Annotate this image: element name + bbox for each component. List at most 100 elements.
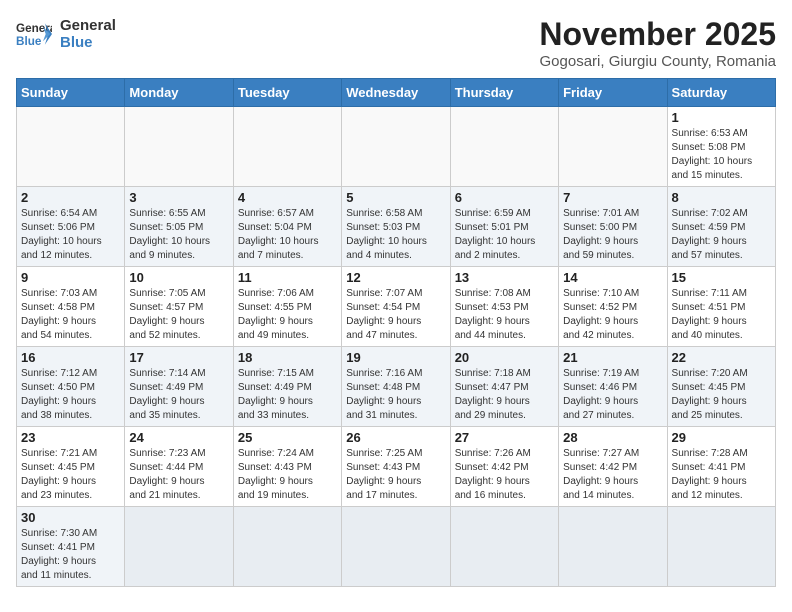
calendar-day-cell [450,507,558,587]
day-info: Sunrise: 7:24 AM Sunset: 4:43 PM Dayligh… [238,447,337,503]
day-number: 22 [672,350,771,365]
location-subtitle: Gogosari, Giurgiu County, Romania [539,53,776,70]
calendar-day-cell: 5Sunrise: 6:58 AM Sunset: 5:03 PM Daylig… [342,187,450,267]
weekday-header: Monday [125,79,233,107]
day-info: Sunrise: 7:01 AM Sunset: 5:00 PM Dayligh… [563,207,662,263]
calendar-day-cell: 12Sunrise: 7:07 AM Sunset: 4:54 PM Dayli… [342,267,450,347]
day-info: Sunrise: 7:26 AM Sunset: 4:42 PM Dayligh… [455,447,554,503]
calendar-day-cell [342,507,450,587]
calendar-day-cell: 1 Sunrise: 6:53 AM Sunset: 5:08 PM Daylig… [667,107,775,187]
svg-text:Blue: Blue [16,35,42,48]
calendar-day-cell [17,107,125,187]
day-info: Sunrise: 6:54 AM Sunset: 5:06 PM Dayligh… [21,207,120,263]
calendar-day-cell: 15 Sunrise: 7:11 AM Sunset: 4:51 PM Dayli… [667,267,775,347]
day-info: Sunrise: 7:02 AM Sunset: 4:59 PM Dayligh… [672,207,771,263]
day-number: 13 [455,270,554,285]
day-info: Sunrise: 7:28 AM Sunset: 4:41 PM Dayligh… [672,447,771,503]
calendar-day-cell [559,507,667,587]
calendar-day-cell: 2Sunrise: 6:54 AM Sunset: 5:06 PM Daylig… [17,187,125,267]
day-number: 15 [672,270,771,285]
calendar-day-cell [233,507,341,587]
day-info: Sunrise: 7:18 AM Sunset: 4:47 PM Dayligh… [455,367,554,423]
calendar-day-cell [125,107,233,187]
day-number: 24 [129,430,228,445]
day-info: Sunrise: 7:08 AM Sunset: 4:53 PM Dayligh… [455,287,554,343]
day-number: 19 [346,350,445,365]
calendar-day-cell: 20Sunrise: 7:18 AM Sunset: 4:47 PM Dayli… [450,347,558,427]
calendar-day-cell: 23Sunrise: 7:21 AM Sunset: 4:45 PM Dayli… [17,427,125,507]
calendar-day-cell: 28Sunrise: 7:27 AM Sunset: 4:42 PM Dayli… [559,427,667,507]
calendar-day-cell: 21 Sunrise: 7:19 AM Sunset: 4:46 PM Dayli… [559,347,667,427]
day-info: Sunrise: 7:11 AM Sunset: 4:51 PM Dayligh… [672,287,771,343]
calendar-day-cell: 30 Sunrise: 7:30 AM Sunset: 4:41 PM Dayli… [17,507,125,587]
calendar-day-cell [125,507,233,587]
calendar-day-cell: 8 Sunrise: 7:02 AM Sunset: 4:59 PM Daylig… [667,187,775,267]
calendar-day-cell: 16 Sunrise: 7:12 AM Sunset: 4:50 PM Dayli… [17,347,125,427]
calendar-week-row: 9 Sunrise: 7:03 AM Sunset: 4:58 PM Daylig… [17,267,776,347]
weekday-header: Tuesday [233,79,341,107]
calendar-day-cell: 3Sunrise: 6:55 AM Sunset: 5:05 PM Daylig… [125,187,233,267]
weekday-header: Sunday [17,79,125,107]
calendar-table: SundayMondayTuesdayWednesdayThursdayFrid… [16,78,776,587]
weekday-header: Friday [559,79,667,107]
calendar-day-cell: 13 Sunrise: 7:08 AM Sunset: 4:53 PM Dayli… [450,267,558,347]
day-number: 27 [455,430,554,445]
day-info: Sunrise: 6:59 AM Sunset: 5:01 PM Dayligh… [455,207,554,263]
calendar-day-cell [450,107,558,187]
calendar-day-cell: 25Sunrise: 7:24 AM Sunset: 4:43 PM Dayli… [233,427,341,507]
day-info: Sunrise: 7:06 AM Sunset: 4:55 PM Dayligh… [238,287,337,343]
calendar-day-cell: 18Sunrise: 7:15 AM Sunset: 4:49 PM Dayli… [233,347,341,427]
day-number: 29 [672,430,771,445]
calendar-day-cell: 22Sunrise: 7:20 AM Sunset: 4:45 PM Dayli… [667,347,775,427]
calendar-week-row: 23Sunrise: 7:21 AM Sunset: 4:45 PM Dayli… [17,427,776,507]
weekday-header-row: SundayMondayTuesdayWednesdayThursdayFrid… [17,79,776,107]
weekday-header: Saturday [667,79,775,107]
calendar-day-cell: 26Sunrise: 7:25 AM Sunset: 4:43 PM Dayli… [342,427,450,507]
day-info: Sunrise: 7:14 AM Sunset: 4:49 PM Dayligh… [129,367,228,423]
calendar-day-cell [233,107,341,187]
day-number: 10 [129,270,228,285]
day-number: 6 [455,190,554,205]
calendar-day-cell: 6 Sunrise: 6:59 AM Sunset: 5:01 PM Daylig… [450,187,558,267]
day-info: Sunrise: 7:07 AM Sunset: 4:54 PM Dayligh… [346,287,445,343]
day-info: Sunrise: 6:55 AM Sunset: 5:05 PM Dayligh… [129,207,228,263]
page-header: General Blue General Blue November 2025 … [16,16,776,70]
day-info: Sunrise: 7:25 AM Sunset: 4:43 PM Dayligh… [346,447,445,503]
day-number: 28 [563,430,662,445]
day-number: 30 [21,510,120,525]
calendar-day-cell: 24Sunrise: 7:23 AM Sunset: 4:44 PM Dayli… [125,427,233,507]
day-number: 1 [672,110,771,125]
day-info: Sunrise: 7:10 AM Sunset: 4:52 PM Dayligh… [563,287,662,343]
day-info: Sunrise: 7:05 AM Sunset: 4:57 PM Dayligh… [129,287,228,343]
day-number: 21 [563,350,662,365]
calendar-day-cell: 11 Sunrise: 7:06 AM Sunset: 4:55 PM Dayli… [233,267,341,347]
day-info: Sunrise: 7:15 AM Sunset: 4:49 PM Dayligh… [238,367,337,423]
calendar-day-cell: 29 Sunrise: 7:28 AM Sunset: 4:41 PM Dayli… [667,427,775,507]
day-info: Sunrise: 7:03 AM Sunset: 4:58 PM Dayligh… [21,287,120,343]
day-number: 16 [21,350,120,365]
day-number: 14 [563,270,662,285]
calendar-day-cell: 17Sunrise: 7:14 AM Sunset: 4:49 PM Dayli… [125,347,233,427]
day-info: Sunrise: 7:30 AM Sunset: 4:41 PM Dayligh… [21,527,120,583]
calendar-day-cell: 4Sunrise: 6:57 AM Sunset: 5:04 PM Daylig… [233,187,341,267]
logo-blue-text: Blue [60,34,116,51]
weekday-header: Thursday [450,79,558,107]
calendar-day-cell: 14 Sunrise: 7:10 AM Sunset: 4:52 PM Dayli… [559,267,667,347]
day-info: Sunrise: 7:16 AM Sunset: 4:48 PM Dayligh… [346,367,445,423]
calendar-week-row: 16 Sunrise: 7:12 AM Sunset: 4:50 PM Dayli… [17,347,776,427]
logo: General Blue General Blue [16,16,116,52]
day-info: Sunrise: 7:19 AM Sunset: 4:46 PM Dayligh… [563,367,662,423]
calendar-day-cell [342,107,450,187]
day-number: 4 [238,190,337,205]
day-number: 11 [238,270,337,285]
calendar-week-row: 30 Sunrise: 7:30 AM Sunset: 4:41 PM Dayli… [17,507,776,587]
day-number: 9 [21,270,120,285]
calendar-day-cell: 9 Sunrise: 7:03 AM Sunset: 4:58 PM Daylig… [17,267,125,347]
title-section: November 2025 Gogosari, Giurgiu County, … [539,16,776,70]
day-info: Sunrise: 7:12 AM Sunset: 4:50 PM Dayligh… [21,367,120,423]
day-info: Sunrise: 6:53 AM Sunset: 5:08 PM Dayligh… [672,127,771,183]
day-info: Sunrise: 7:21 AM Sunset: 4:45 PM Dayligh… [21,447,120,503]
day-number: 8 [672,190,771,205]
calendar-day-cell: 19 Sunrise: 7:16 AM Sunset: 4:48 PM Dayli… [342,347,450,427]
month-title: November 2025 [539,16,776,53]
